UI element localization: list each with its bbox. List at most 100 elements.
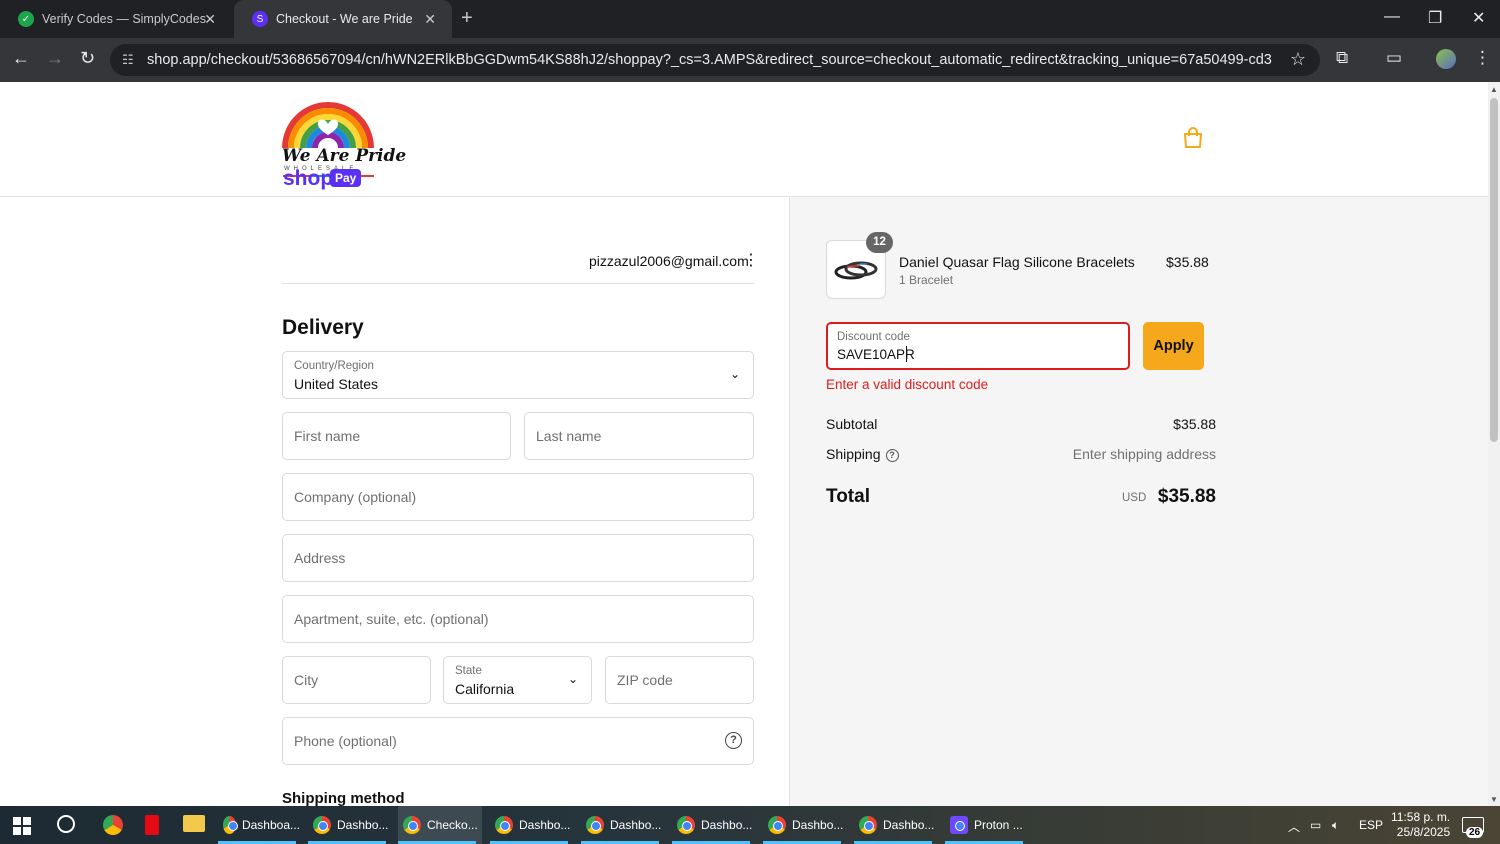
tab-simplycodes[interactable]: ✓ Verify Codes — SimplyCodes ✕: [0, 0, 232, 38]
minimize-icon[interactable]: —: [1384, 8, 1400, 26]
chrome-icon: [403, 816, 421, 834]
shipping-help-icon[interactable]: ?: [885, 449, 899, 462]
help-icon[interactable]: ?: [725, 732, 742, 749]
company-field[interactable]: Company (optional): [282, 473, 754, 521]
discount-label: Discount code: [837, 331, 910, 343]
country-value: United States: [294, 376, 379, 392]
network-icon[interactable]: ▭: [1310, 818, 1321, 832]
zip-field[interactable]: ZIP code: [605, 656, 754, 704]
taskbar-app-1[interactable]: Dashboa...: [218, 806, 300, 844]
text-cursor: [906, 346, 907, 362]
taskbar-app-4[interactable]: Dashbo...: [490, 806, 572, 844]
new-tab-icon[interactable]: +: [461, 7, 473, 30]
cast-icon[interactable]: ▭: [1386, 48, 1402, 68]
shop-tab-icon: S: [252, 11, 268, 27]
clock-date: 25/8/2025: [1396, 825, 1451, 839]
taskbar-app-3[interactable]: Checko...: [398, 806, 482, 844]
chrome-icon: [586, 816, 604, 834]
scroll-up-icon[interactable]: ▲: [1490, 85, 1498, 94]
chevron-down-icon: ⌄: [567, 672, 578, 686]
extensions-icon[interactable]: ⧉: [1336, 48, 1348, 68]
shipping-value: Enter shipping address: [1072, 446, 1216, 462]
taskbar-app-9[interactable]: Proton ...: [945, 806, 1029, 844]
netflix-icon[interactable]: [145, 815, 159, 835]
taskbar-app-6[interactable]: Dashbo...: [672, 806, 754, 844]
chrome-icon: [223, 816, 238, 834]
apartment-field[interactable]: Apartment, suite, etc. (optional): [282, 595, 754, 643]
show-hidden-icons-icon[interactable]: ︿: [1288, 818, 1300, 835]
chrome-icon: [495, 816, 513, 834]
discount-value: SAVE10APR: [837, 347, 915, 362]
taskbar-app-2[interactable]: Dashbo...: [308, 806, 390, 844]
close-window-icon[interactable]: ✕: [1472, 8, 1485, 28]
reload-icon[interactable]: ↻: [80, 48, 95, 69]
country-select[interactable]: Country/Region United States ⌄: [282, 351, 754, 399]
chrome-icon: [859, 816, 877, 834]
browser-tab-bar: ✓ Verify Codes — SimplyCodes ✕ S Checkou…: [0, 0, 1500, 38]
city-placeholder: City: [294, 672, 319, 688]
company-placeholder: Company (optional): [294, 489, 417, 505]
profile-avatar[interactable]: [1436, 49, 1456, 69]
discount-code-field[interactable]: Discount code SAVE10APR: [826, 322, 1130, 370]
proton-vpn-icon: [950, 816, 968, 834]
chrome-icon: [677, 816, 695, 834]
tab-checkout[interactable]: S Checkout - We are Pride ✕: [234, 0, 452, 38]
country-label: Country/Region: [294, 360, 374, 372]
simplycodes-icon: ✓: [18, 11, 34, 27]
apply-button[interactable]: Apply: [1143, 322, 1204, 370]
site-info-icon[interactable]: ☷: [122, 52, 134, 68]
address-field[interactable]: Address: [282, 534, 754, 582]
taskbar-app-5[interactable]: Dashbo...: [581, 806, 663, 844]
scrollbar-thumb[interactable]: [1490, 98, 1498, 442]
shop-pay-badge: Pay: [330, 169, 362, 187]
last-name-field[interactable]: Last name: [524, 412, 754, 460]
address-placeholder: Address: [294, 550, 346, 566]
windows-start-icon[interactable]: [13, 817, 31, 835]
phone-field[interactable]: Phone (optional) ?: [282, 717, 754, 765]
chrome-icon[interactable]: [103, 815, 123, 835]
back-icon[interactable]: ←: [12, 48, 30, 69]
system-clock[interactable]: 11:58 p. m. 25/8/2025: [1391, 810, 1450, 840]
subtotal-value: $35.88: [1173, 416, 1216, 432]
first-name-placeholder: First name: [294, 428, 361, 444]
close-tab-icon[interactable]: ✕: [204, 11, 216, 28]
file-explorer-icon[interactable]: [183, 815, 205, 832]
taskbar-app-7[interactable]: Dashbo...: [763, 806, 845, 844]
scroll-down-icon[interactable]: ▼: [1490, 795, 1498, 804]
divider: [282, 283, 754, 284]
zip-placeholder: ZIP code: [617, 672, 673, 688]
taskbar-app-8[interactable]: Dashbo...: [854, 806, 936, 844]
search-icon[interactable]: [57, 815, 75, 833]
restore-icon[interactable]: ❐: [1428, 8, 1442, 28]
language-indicator[interactable]: ESP: [1359, 818, 1383, 832]
forward-icon[interactable]: →: [46, 48, 64, 69]
quantity-badge: 12: [866, 232, 893, 253]
clock-time: 11:58 p. m.: [1391, 810, 1451, 824]
tab-title: Checkout - We are Pride: [276, 12, 413, 26]
tab-title: Verify Codes — SimplyCodes: [42, 12, 206, 26]
close-tab-icon[interactable]: ✕: [424, 11, 436, 28]
address-bar[interactable]: ☷ shop.app/checkout/53686567094/cn/hWN2E…: [110, 44, 1320, 76]
account-email: pizzazul2006@gmail.com: [589, 253, 749, 269]
taskbar-app-label: Dashboa...: [241, 818, 300, 832]
shopping-bag-icon[interactable]: [1183, 127, 1203, 149]
logo-text: We Are Pride: [282, 146, 407, 166]
taskbar-app-label: Dashbo...: [610, 818, 662, 832]
page-scrollbar[interactable]: ▲ ▼: [1488, 82, 1500, 806]
city-field[interactable]: City: [282, 656, 431, 704]
taskbar-app-label: Checko...: [427, 818, 478, 832]
state-select[interactable]: State California ⌄: [443, 656, 592, 704]
menu-icon[interactable]: ⋮: [1474, 48, 1491, 68]
last-name-placeholder: Last name: [536, 428, 602, 444]
shop-logo: shop: [283, 167, 334, 190]
volume-icon[interactable]: 🔈︎: [1332, 818, 1339, 833]
shipping-method-heading: Shipping method: [282, 790, 405, 807]
phone-placeholder: Phone (optional): [294, 733, 397, 749]
taskbar-app-label: Dashbo...: [337, 818, 389, 832]
more-options-icon[interactable]: ⋮: [743, 250, 759, 270]
bookmark-star-icon[interactable]: ☆: [1290, 49, 1306, 70]
url-text[interactable]: shop.app/checkout/53686567094/cn/hWN2ERl…: [147, 52, 1272, 68]
product-variant: 1 Bracelet: [899, 273, 954, 287]
first-name-field[interactable]: First name: [282, 412, 511, 460]
taskbar-app-label: Proton ...: [974, 818, 1023, 832]
